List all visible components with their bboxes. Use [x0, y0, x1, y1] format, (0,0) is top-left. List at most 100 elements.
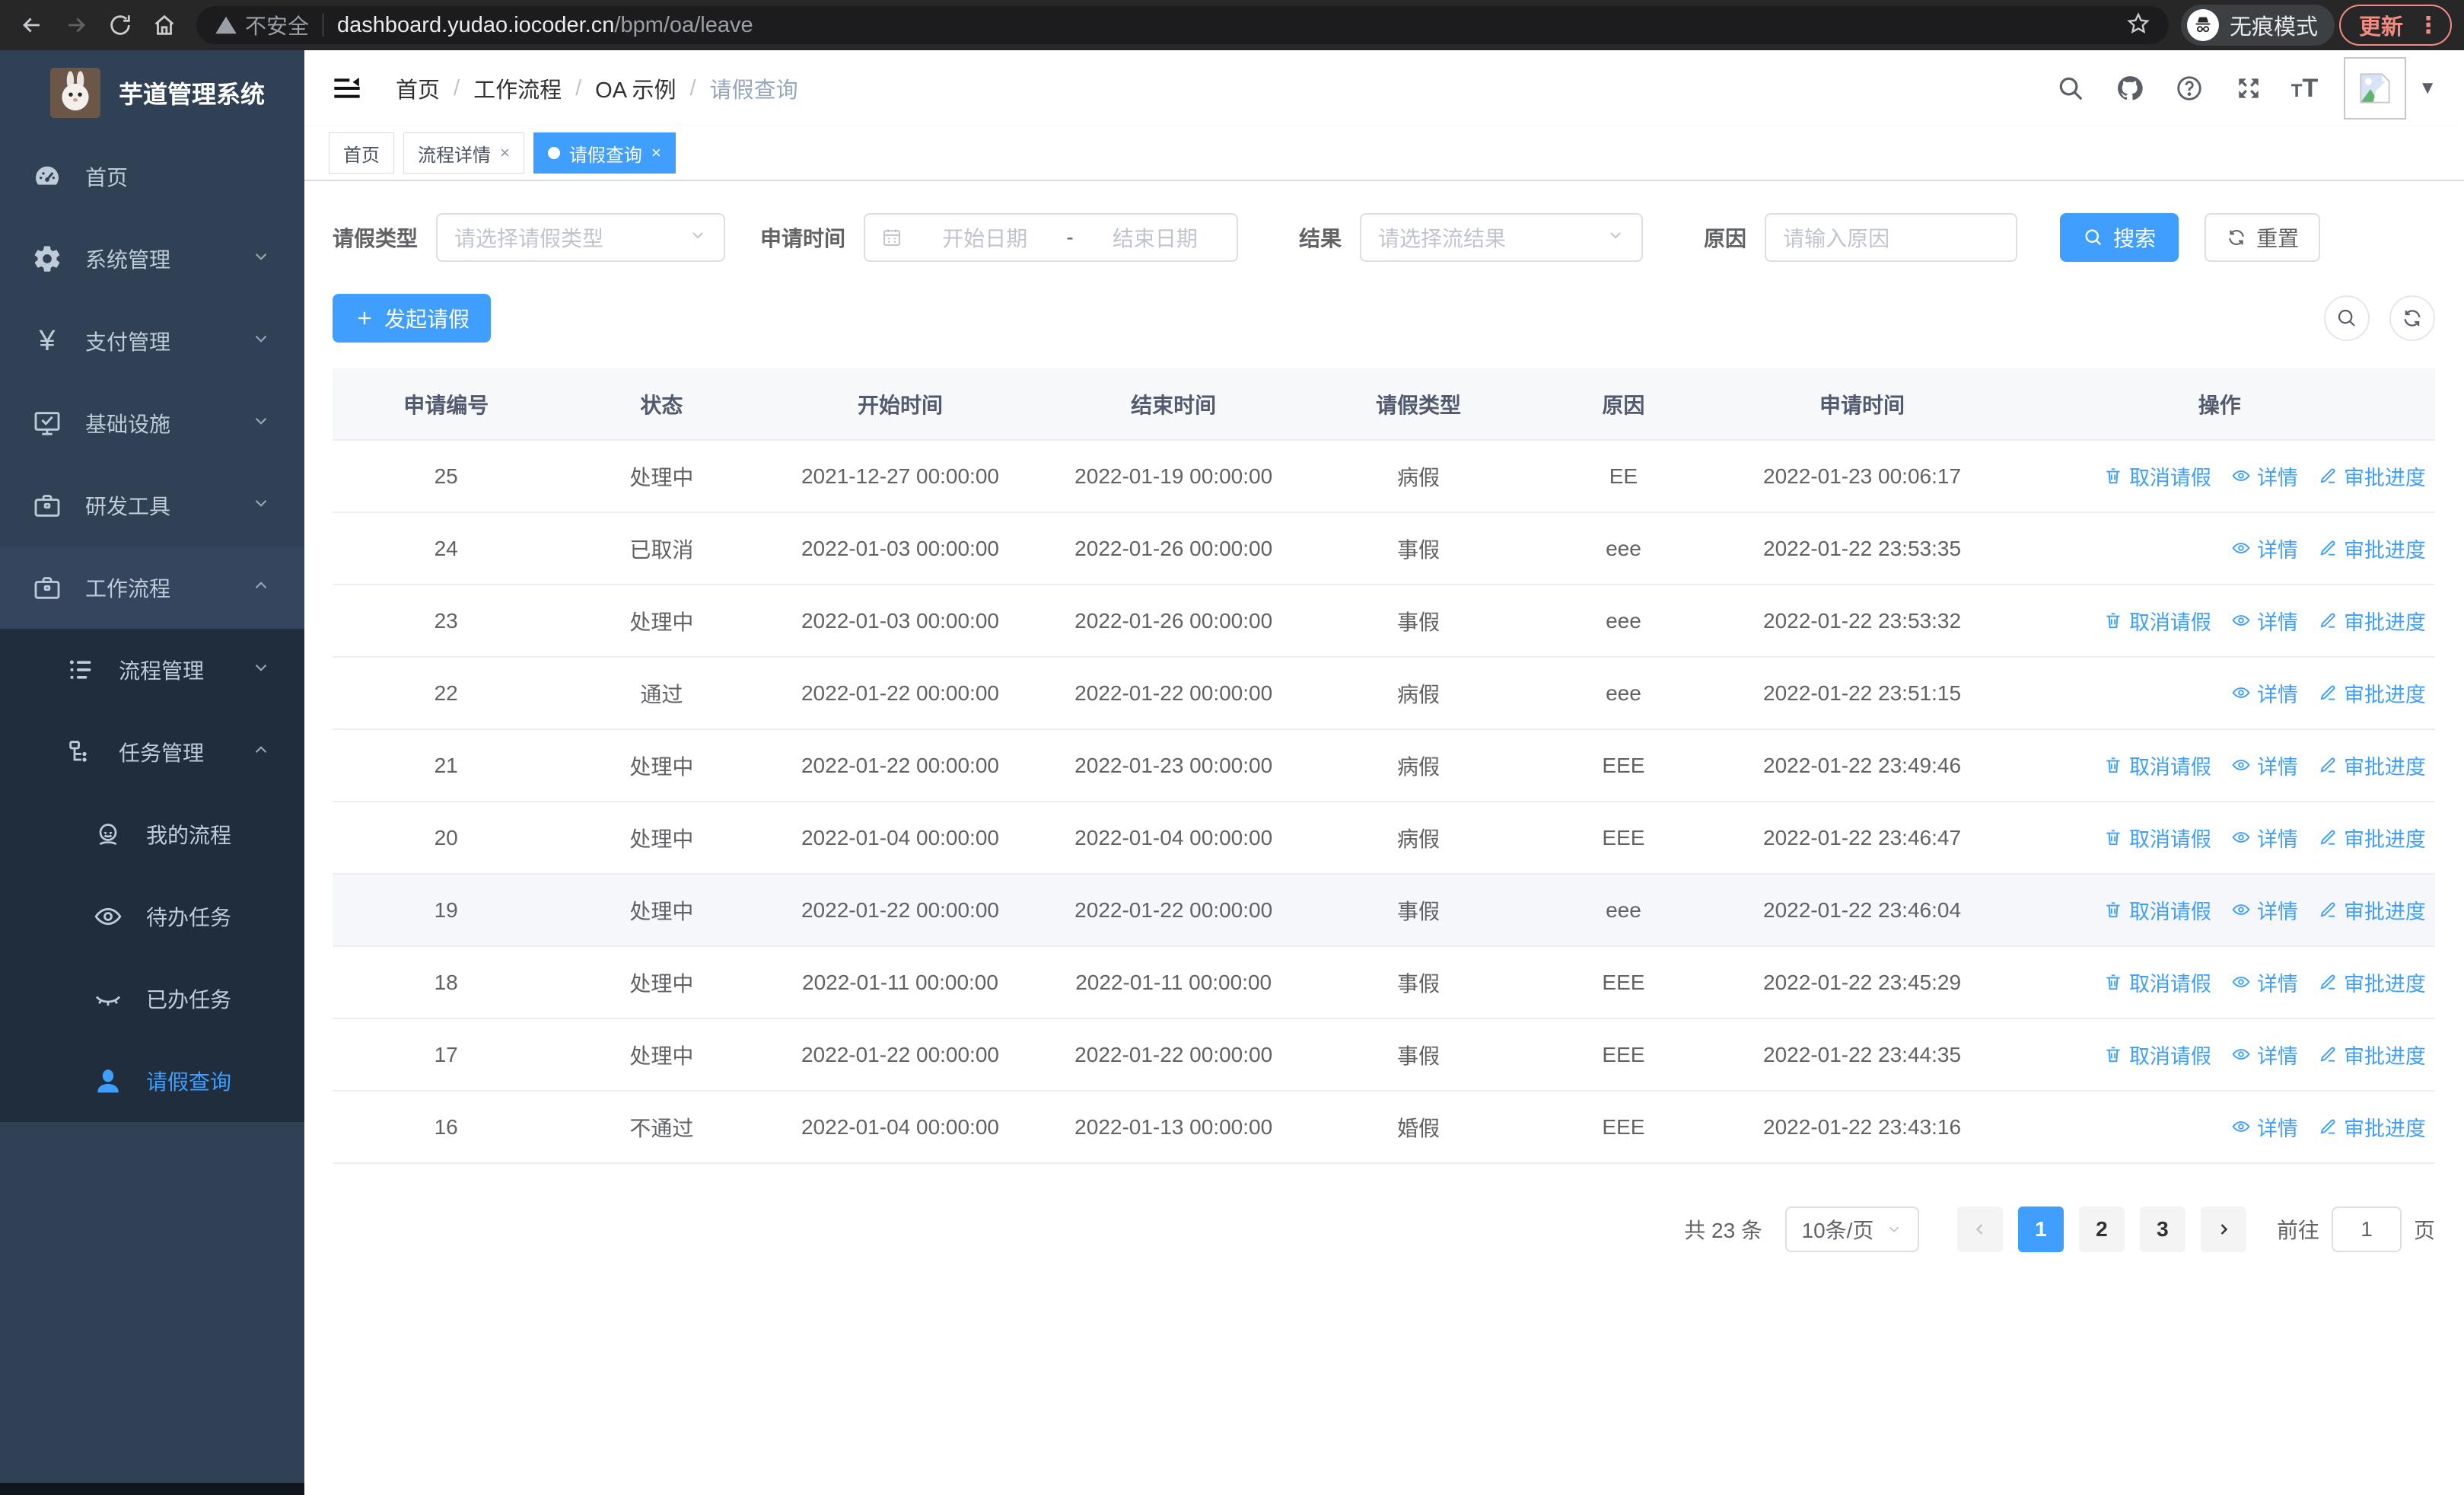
tag-item[interactable]: 流程详情 ×: [403, 132, 524, 174]
leave-table: 申请编号 状态 开始时间 结束时间 请假类型 原因 申请时间 操作 25 处理中 2021-12-…: [333, 368, 2435, 1164]
page-button-2[interactable]: 2: [2078, 1207, 2125, 1252]
leave-type-select[interactable]: 请选择请假类型: [436, 213, 726, 262]
chevron-down-icon: [251, 411, 271, 436]
detail-action-link[interactable]: 详情: [2231, 678, 2298, 708]
help-icon[interactable]: [2173, 72, 2206, 105]
progress-action-link[interactable]: 审批进度: [2318, 461, 2426, 491]
cancel-action-link[interactable]: 取消请假: [2103, 823, 2211, 853]
back-icon[interactable]: [12, 5, 52, 45]
breadcrumb-item[interactable]: 工作流程: [473, 72, 562, 104]
search-icon[interactable]: [2054, 72, 2087, 105]
sidebar-item-my-process[interactable]: 我的流程: [0, 793, 304, 875]
detail-action-link[interactable]: 详情: [2231, 606, 2298, 636]
url-bar[interactable]: 不安全 dashboard.yudao.iocoder.cn/bpm/oa/le…: [196, 6, 2169, 44]
sidebar-item-dev-tools[interactable]: 研发工具: [0, 464, 304, 547]
end-date-input[interactable]: 结束日期: [1089, 222, 1221, 253]
page-size-select[interactable]: 10条/页: [1784, 1207, 1919, 1252]
progress-action-link[interactable]: 审批进度: [2318, 1112, 2426, 1142]
detail-action-link[interactable]: 详情: [2231, 895, 2298, 925]
progress-action-link[interactable]: 审批进度: [2318, 895, 2426, 925]
cancel-action-link[interactable]: 取消请假: [2103, 1040, 2211, 1069]
browser-update-button[interactable]: 更新 ⋮: [2338, 5, 2452, 46]
reset-button[interactable]: 重置: [2205, 213, 2321, 262]
sidebar-item-workflow[interactable]: 工作流程: [0, 547, 304, 629]
next-page-button[interactable]: [2200, 1207, 2246, 1252]
close-icon[interactable]: ×: [651, 143, 661, 163]
not-secure-chip[interactable]: 不安全: [215, 10, 309, 40]
tag-active[interactable]: 请假查询 ×: [533, 132, 676, 174]
cell-start: 2022-01-22 00:00:00: [801, 1042, 999, 1066]
user-avatar[interactable]: ▼: [2344, 57, 2437, 120]
action-label: 详情: [2256, 538, 2298, 562]
detail-action-link[interactable]: 详情: [2231, 751, 2298, 780]
cancel-action-link[interactable]: 取消请假: [2103, 751, 2211, 780]
progress-action-link[interactable]: 审批进度: [2318, 823, 2426, 853]
tag-item[interactable]: 首页: [329, 132, 394, 174]
sidebar-item-process-mgmt[interactable]: 流程管理: [0, 629, 304, 711]
cell-end: 2022-01-04 00:00:00: [1074, 825, 1273, 850]
delete-icon: [2103, 466, 2123, 486]
detail-action-link[interactable]: 详情: [2231, 1112, 2298, 1142]
detail-action-link[interactable]: 详情: [2231, 461, 2298, 491]
progress-action-link[interactable]: 审批进度: [2318, 678, 2426, 708]
dashboard-icon: [30, 160, 64, 193]
progress-action-link[interactable]: 审批进度: [2318, 967, 2426, 997]
browser-menu-icon[interactable]: ⋮: [2417, 12, 2440, 39]
sidebar-collapse-icon[interactable]: [326, 67, 368, 110]
progress-action-link[interactable]: 审批进度: [2318, 606, 2426, 636]
sidebar-item-home[interactable]: 首页: [0, 135, 304, 218]
cell-type: 事假: [1397, 899, 1441, 923]
sidebar-item-task-mgmt[interactable]: 任务管理: [0, 711, 304, 793]
refresh-table-button[interactable]: [2389, 295, 2435, 341]
start-date-input[interactable]: 开始日期: [918, 222, 1051, 253]
forward-icon[interactable]: [56, 5, 96, 45]
create-leave-button[interactable]: 发起请假: [333, 294, 492, 343]
app-logo-row[interactable]: 芋道管理系统: [0, 50, 304, 135]
reload-icon[interactable]: [100, 5, 140, 45]
table-header-row: 申请编号 状态 开始时间 结束时间 请假类型 原因 申请时间 操作: [333, 368, 2435, 441]
toggle-search-button[interactable]: [2324, 295, 2370, 341]
cancel-action-link[interactable]: 取消请假: [2103, 461, 2211, 491]
detail-action-link[interactable]: 详情: [2231, 967, 2298, 997]
github-icon[interactable]: [2113, 72, 2147, 105]
incognito-chip[interactable]: 无痕模式: [2180, 5, 2335, 46]
page-button-1[interactable]: 1: [2017, 1207, 2064, 1252]
cancel-action-link[interactable]: 取消请假: [2103, 895, 2211, 925]
font-size-icon[interactable]: TT: [2291, 74, 2318, 104]
sidebar-item-payment[interactable]: ¥ 支付管理: [0, 300, 304, 382]
home-icon[interactable]: [145, 5, 184, 45]
cell-actions: 取消请假 详情 审批进度: [2004, 967, 2435, 998]
detail-action-link[interactable]: 详情: [2231, 1040, 2298, 1069]
progress-action-link[interactable]: 审批进度: [2318, 751, 2426, 780]
sidebar-item-todo-task[interactable]: 待办任务: [0, 875, 304, 958]
fullscreen-icon[interactable]: [2232, 72, 2265, 105]
close-icon[interactable]: ×: [500, 143, 510, 163]
goto-page-input[interactable]: [2331, 1207, 2402, 1252]
search-button[interactable]: 搜索: [2060, 213, 2179, 262]
cancel-action-link[interactable]: 取消请假: [2103, 606, 2211, 636]
reason-input[interactable]: 请输入原因: [1765, 213, 2018, 262]
bookmark-star-icon[interactable]: [2126, 11, 2150, 40]
incognito-label: 无痕模式: [2229, 15, 2318, 40]
sidebar-item-done-task[interactable]: 已办任务: [0, 958, 304, 1040]
cell-id: 24: [434, 536, 458, 560]
progress-action-link[interactable]: 审批进度: [2318, 1040, 2426, 1069]
progress-action-link[interactable]: 审批进度: [2318, 534, 2426, 563]
detail-action-link[interactable]: 详情: [2231, 823, 2298, 853]
sidebar-collapse-bar[interactable]: [0, 1483, 304, 1495]
sidebar-item-leave-query[interactable]: 请假查询: [0, 1040, 304, 1122]
sidebar-item-system[interactable]: 系统管理: [0, 218, 304, 300]
page-button-3[interactable]: 3: [2139, 1207, 2185, 1252]
detail-action-link[interactable]: 详情: [2231, 534, 2298, 563]
prev-page-button[interactable]: [1956, 1207, 2003, 1252]
avatar-caret-icon[interactable]: ▼: [2418, 78, 2437, 99]
cell-type: 病假: [1397, 682, 1441, 706]
sidebar-item-infra[interactable]: 基础设施: [0, 382, 304, 464]
breadcrumb-item[interactable]: OA 示例: [595, 72, 676, 104]
result-select[interactable]: 请选择流结果: [1360, 213, 1644, 262]
action-label: 取消请假: [2128, 755, 2211, 779]
cell-type: 事假: [1397, 537, 1441, 562]
cancel-action-link[interactable]: 取消请假: [2103, 967, 2211, 997]
apply-time-range-picker[interactable]: 开始日期 - 结束日期: [864, 213, 1239, 262]
breadcrumb-item[interactable]: 首页: [396, 72, 440, 104]
